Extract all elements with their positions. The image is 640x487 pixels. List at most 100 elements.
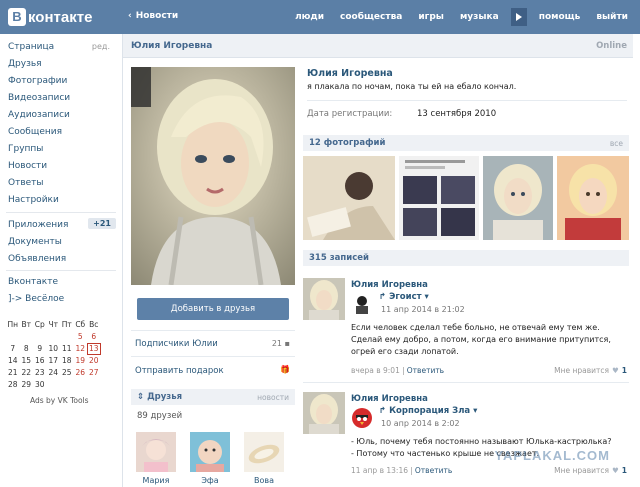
calendar-day[interactable]: 22 bbox=[20, 367, 34, 379]
post-date[interactable]: вчера в 9:01 | bbox=[351, 366, 405, 375]
sidebar-item-page[interactable]: Страница bbox=[8, 42, 54, 52]
photos-all-link[interactable]: все bbox=[610, 139, 623, 148]
calendar-day[interactable]: 7 bbox=[6, 343, 20, 355]
sidebar-item-fun[interactable]: ]-> Весёлое bbox=[8, 294, 64, 304]
calendar-day[interactable]: 20 bbox=[87, 355, 101, 367]
calendar-week: 28 29 30 bbox=[6, 379, 102, 391]
caret-down-icon[interactable]: ▾ bbox=[470, 406, 477, 416]
calendar-day[interactable]: 5 bbox=[74, 331, 88, 343]
back-to-news-link[interactable]: ‹ Новости bbox=[128, 11, 178, 21]
calendar-day[interactable]: 21 bbox=[6, 367, 20, 379]
repost-source-name[interactable]: ↱ Эгоист ▾ bbox=[379, 292, 429, 302]
calendar-day[interactable]: 27 bbox=[87, 367, 101, 379]
sidebar-item-documents[interactable]: Документы bbox=[8, 237, 62, 247]
calendar-day[interactable]: 8 bbox=[20, 343, 34, 355]
play-icon[interactable] bbox=[510, 8, 527, 26]
nav-music[interactable]: музыка bbox=[452, 7, 507, 27]
sidebar-item-photos[interactable]: Фотографии bbox=[8, 76, 67, 86]
photo-thumbnail[interactable] bbox=[483, 156, 553, 240]
friend-name[interactable]: Эфа bbox=[187, 476, 233, 485]
nav-help[interactable]: помощь bbox=[531, 7, 589, 27]
friend-card[interactable]: Эфа bbox=[187, 432, 233, 485]
photos-block-header[interactable]: 12 фотографий все bbox=[303, 135, 629, 151]
caret-down-icon[interactable]: ▾ bbox=[422, 292, 429, 302]
avatar-image bbox=[303, 278, 345, 320]
friends-block-header[interactable]: ⇕ Друзья новости bbox=[131, 389, 295, 405]
sidebar-item-answers[interactable]: Ответы bbox=[8, 178, 44, 188]
repost-date[interactable]: 10 апр 2014 в 2:02 bbox=[381, 419, 460, 428]
reply-link[interactable]: Ответить bbox=[415, 466, 452, 475]
photo-thumbnail[interactable] bbox=[557, 156, 629, 240]
online-status: Online bbox=[596, 41, 627, 51]
sidebar-item-ads[interactable]: Объявления bbox=[8, 254, 66, 264]
repost-source-name[interactable]: ↱ Корпорация Зла ▾ bbox=[379, 406, 477, 416]
friend-card[interactable]: Вова bbox=[241, 432, 287, 485]
calendar-day[interactable]: 16 bbox=[33, 355, 47, 367]
sidebar-item-groups[interactable]: Группы bbox=[8, 144, 43, 154]
calendar-day[interactable]: 28 bbox=[6, 379, 20, 391]
nav-logout[interactable]: выйти bbox=[588, 7, 636, 27]
repost-source-avatar[interactable] bbox=[351, 292, 373, 314]
post-author-name[interactable]: Юлия Игоревна bbox=[351, 280, 428, 290]
avatar-image bbox=[303, 392, 345, 434]
calendar-day[interactable]: 18 bbox=[60, 355, 74, 367]
calendar-day[interactable]: 9 bbox=[33, 343, 47, 355]
calendar-day[interactable]: 6 bbox=[87, 331, 101, 343]
friend-card[interactable]: Мария bbox=[133, 432, 179, 485]
photo-thumbnail[interactable] bbox=[303, 156, 395, 240]
friend-name[interactable]: Вова bbox=[241, 476, 287, 485]
profile-photo[interactable] bbox=[131, 67, 295, 285]
friend-avatar bbox=[136, 432, 176, 472]
calendar-day[interactable]: 26 bbox=[74, 367, 88, 379]
nav-games[interactable]: игры bbox=[410, 7, 452, 27]
repost-source-avatar[interactable] bbox=[351, 406, 373, 428]
add-friend-button[interactable]: Добавить в друзья bbox=[137, 298, 289, 320]
ads-by-vk-tools[interactable]: Ads by VK Tools bbox=[30, 396, 89, 405]
post-author-avatar[interactable] bbox=[303, 278, 345, 320]
friend-name[interactable]: Мария bbox=[133, 476, 179, 485]
like-button[interactable]: Мне нравится ♥ 1 bbox=[554, 466, 627, 475]
sidebar-item-audio[interactable]: Аудиозаписи bbox=[8, 110, 70, 120]
nav-communities[interactable]: сообщества bbox=[332, 7, 410, 27]
repost-date[interactable]: 11 апр 2014 в 21:02 bbox=[381, 305, 465, 314]
calendar-day[interactable]: 17 bbox=[47, 355, 61, 367]
calendar-day[interactable]: 12 bbox=[74, 343, 88, 355]
posts-count-title: 315 записей bbox=[309, 253, 369, 263]
post-date[interactable]: 11 апр в 13:16 | bbox=[351, 466, 413, 475]
calendar-day[interactable]: 14 bbox=[6, 355, 20, 367]
sidebar-item-news[interactable]: Новости bbox=[8, 161, 47, 171]
apps-count-badge[interactable]: +21 bbox=[88, 218, 116, 229]
calendar-day[interactable]: 29 bbox=[20, 379, 34, 391]
subscribers-link[interactable]: Подписчики Юлии bbox=[135, 339, 218, 349]
post-meta: 11 апр в 13:16 | Ответить bbox=[351, 466, 452, 475]
calendar-day[interactable]: 23 bbox=[33, 367, 47, 379]
edit-page-link[interactable]: ред. bbox=[92, 42, 110, 51]
post-author-name[interactable]: Юлия Игоревна bbox=[351, 394, 428, 404]
calendar-day[interactable]: 13 bbox=[87, 343, 101, 355]
friend-photo bbox=[244, 432, 284, 472]
friend-photo bbox=[136, 432, 176, 472]
friends-news-link[interactable]: новости bbox=[257, 393, 289, 402]
profile-status[interactable]: я плакала по ночам, пока ты ей на ебало … bbox=[307, 82, 516, 91]
photo-thumbnail[interactable] bbox=[399, 156, 479, 240]
calendar-day[interactable]: 11 bbox=[60, 343, 74, 355]
calendar-day[interactable]: 24 bbox=[47, 367, 61, 379]
reply-link[interactable]: Ответить bbox=[407, 366, 444, 375]
calendar-day[interactable]: 30 bbox=[33, 379, 47, 391]
calendar-day[interactable]: 19 bbox=[74, 355, 88, 367]
sidebar-item-videos[interactable]: Видеозаписи bbox=[8, 93, 70, 103]
sidebar-item-messages[interactable]: Сообщения bbox=[8, 127, 62, 137]
nav-people[interactable]: люди bbox=[287, 7, 332, 27]
vk-logo[interactable]: В контакте bbox=[8, 8, 92, 26]
sidebar-item-settings[interactable]: Настройки bbox=[8, 195, 59, 205]
send-gift-link[interactable]: Отправить подарок bbox=[135, 366, 224, 376]
post-author-avatar[interactable] bbox=[303, 392, 345, 434]
calendar-day[interactable]: 15 bbox=[20, 355, 34, 367]
sidebar-item-vkontakte[interactable]: Вконтакте bbox=[8, 277, 58, 287]
calendar-day[interactable]: 25 bbox=[60, 367, 74, 379]
calendar-day[interactable]: 10 bbox=[47, 343, 61, 355]
sidebar-item-apps[interactable]: Приложения bbox=[8, 220, 68, 230]
like-button[interactable]: Мне нравится ♥ 1 bbox=[554, 366, 627, 375]
gift-icon[interactable]: 🎁 bbox=[280, 365, 290, 374]
sidebar-item-friends[interactable]: Друзья bbox=[8, 59, 42, 69]
